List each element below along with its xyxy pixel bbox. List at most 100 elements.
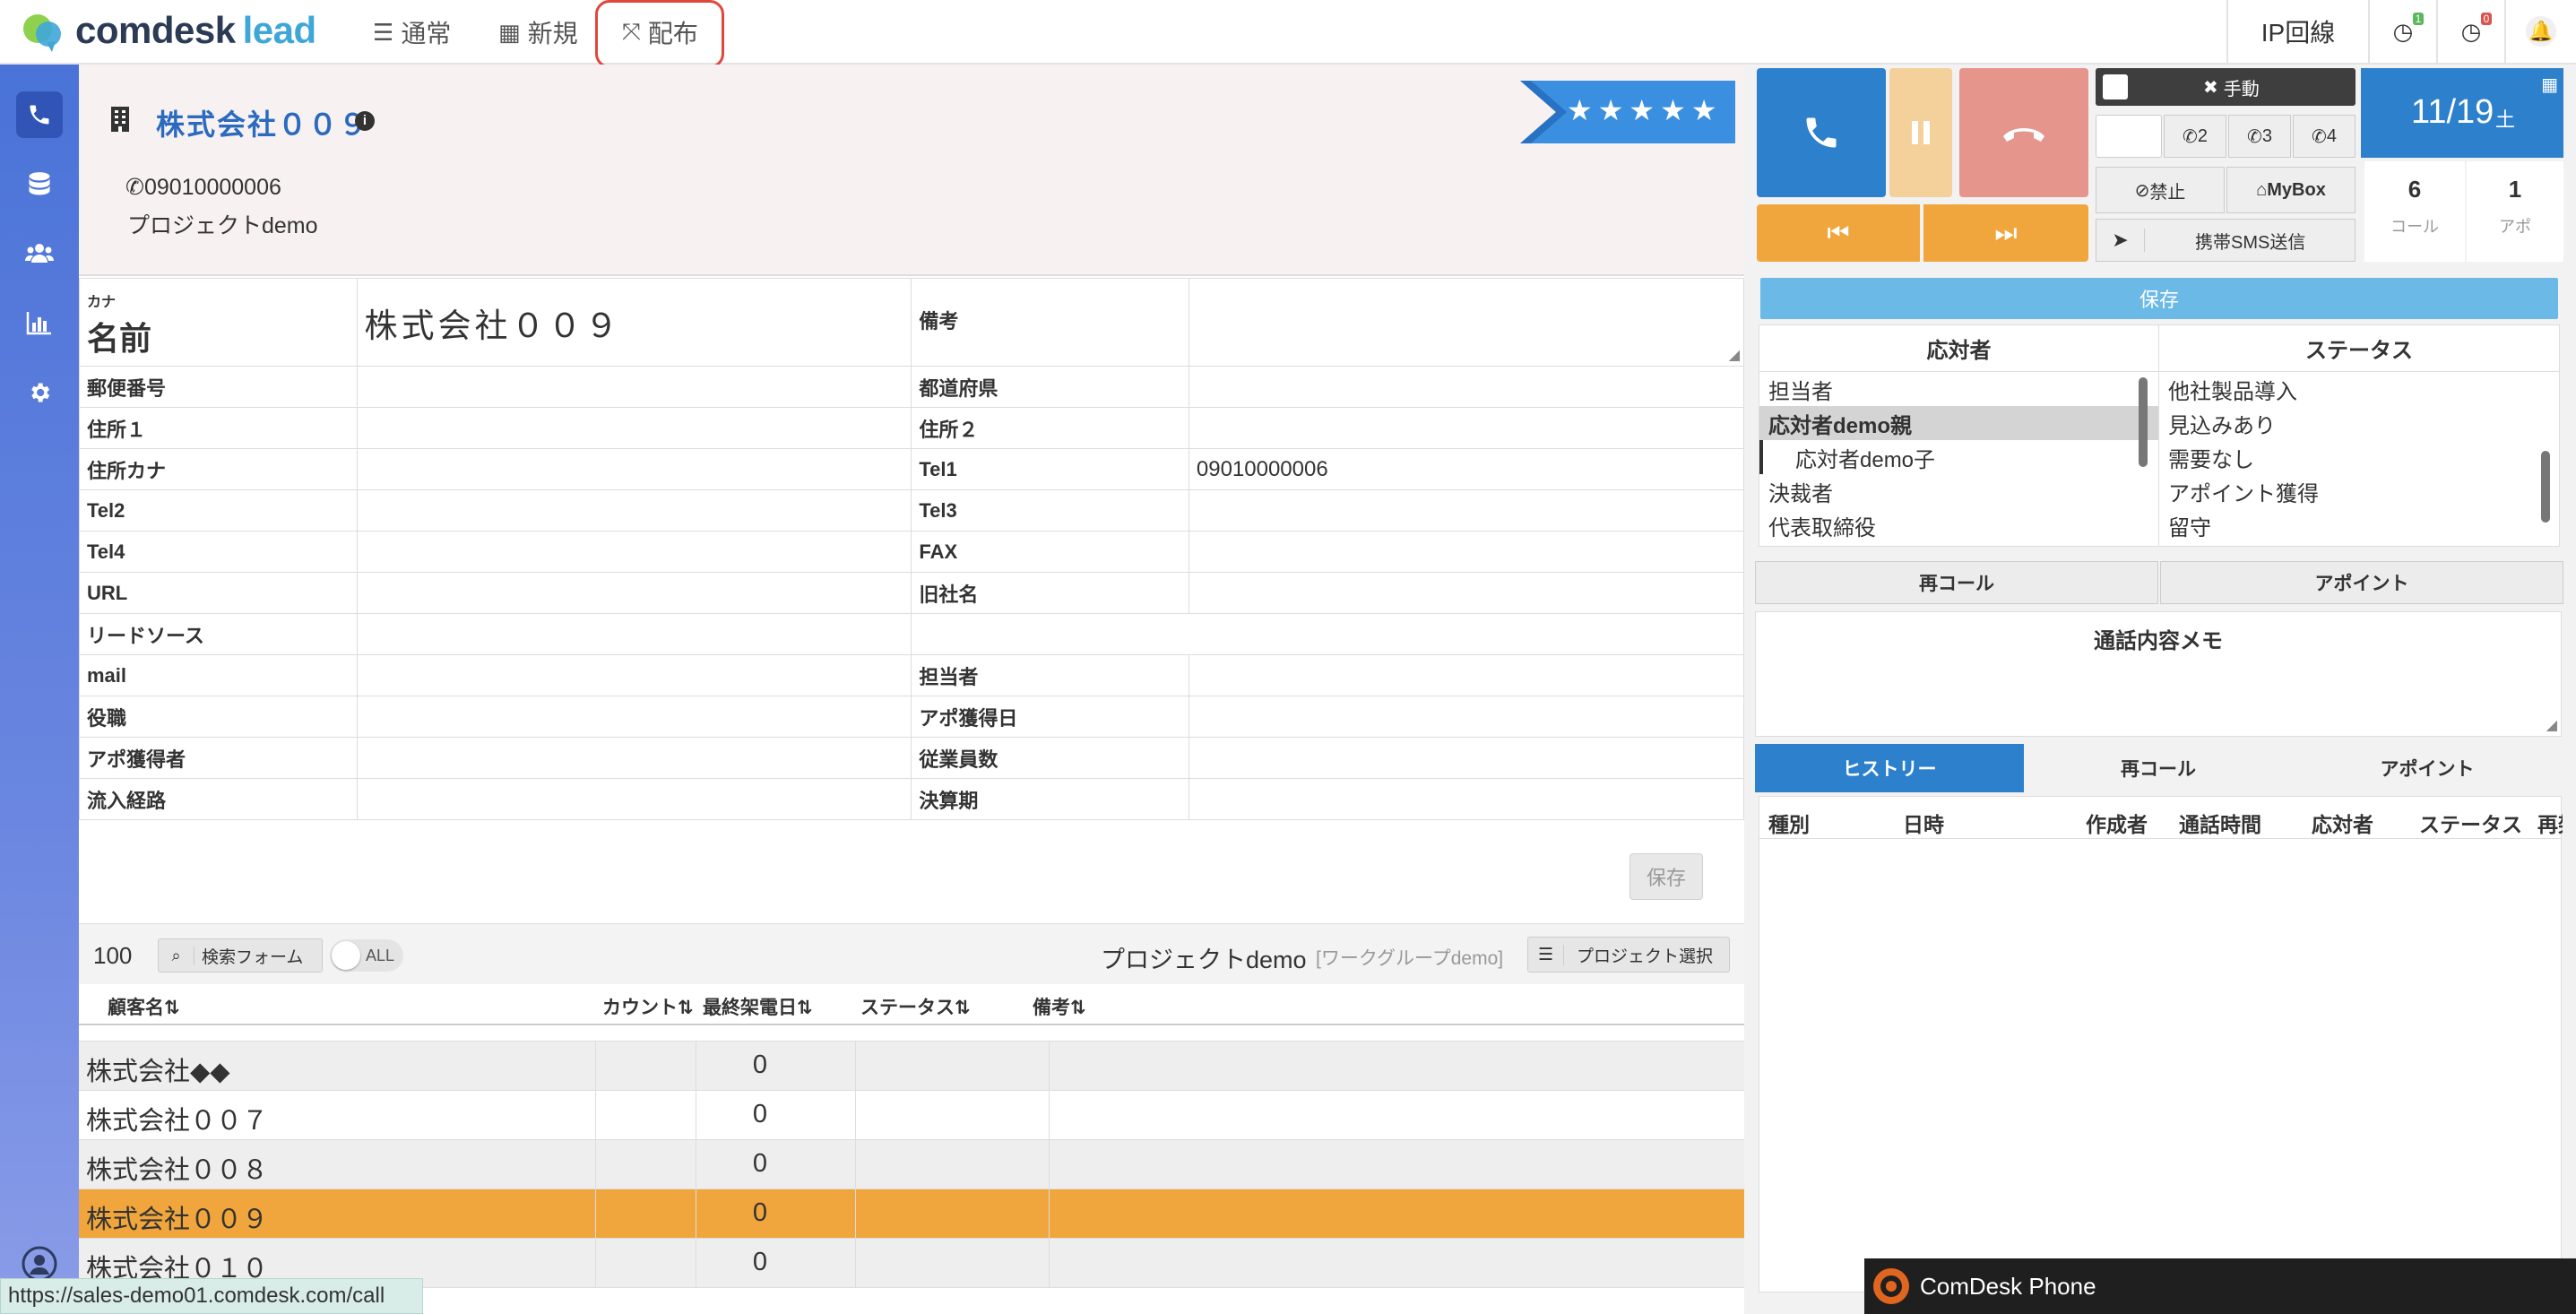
table-row[interactable]: 株式会社００８ 0 xyxy=(79,1140,1744,1189)
phone-icon: ✆ xyxy=(2312,126,2327,147)
old-name-field[interactable] xyxy=(1188,572,1745,614)
tel2-field[interactable] xyxy=(356,489,912,532)
search-form-button[interactable]: ⌕ 検索フォーム xyxy=(158,938,323,973)
owner-field[interactable] xyxy=(1188,654,1745,696)
position-label: 役職 xyxy=(79,696,358,738)
company-phone[interactable]: ✆09010000006 xyxy=(125,174,281,201)
apo-getter-field[interactable] xyxy=(356,737,912,779)
prefecture-field[interactable] xyxy=(1188,366,1745,408)
tab-appoint[interactable]: アポイント xyxy=(2293,744,2562,792)
manual-mode-bar[interactable]: ✖ 手動 xyxy=(2096,68,2356,106)
line-3-button[interactable]: ✆ 3 xyxy=(2228,115,2291,158)
company-name[interactable]: 株式会社００９ xyxy=(156,102,369,143)
status-item[interactable]: 需要なし xyxy=(2159,440,2559,474)
col-customer-name[interactable]: 顧客名⇅ xyxy=(108,993,180,1020)
timer-button-2[interactable]: ◷ 0 xyxy=(2436,0,2504,63)
tab-recall[interactable]: 再コール xyxy=(2024,744,2293,792)
line-2-button[interactable]: ✆ 2 xyxy=(2164,115,2226,158)
tel4-field[interactable] xyxy=(356,531,912,573)
responder-item-selected[interactable]: 応対者demo親 xyxy=(1759,406,2158,440)
row-name: 株式会社００７ xyxy=(86,1107,269,1136)
all-toggle[interactable]: ALL xyxy=(330,939,403,972)
call-button[interactable] xyxy=(1757,68,1886,197)
table-row[interactable]: 株式会社◆◆ 0 xyxy=(79,1042,1744,1091)
app-root: comdesk lead ☰ 通常 ▦ 新規 ⤧ 配布 IP回線 ◷ 1 ◷ 0 🔔 xyxy=(0,0,2576,1314)
comdesk-phone-bar[interactable]: ComDesk Phone xyxy=(1864,1258,2576,1314)
rating-stars[interactable]: ★★★★★ xyxy=(1520,81,1735,143)
project-select-button[interactable]: ☰ プロジェクト選択 xyxy=(1527,937,1730,973)
status-item[interactable]: 留守 xyxy=(2159,508,2559,542)
col-author: 作成者 xyxy=(2086,813,2148,836)
info-icon[interactable]: i xyxy=(355,111,375,131)
hangup-button[interactable] xyxy=(1959,68,2088,197)
tel3-field[interactable] xyxy=(1188,489,1745,532)
tab-new-label: 新規 xyxy=(527,20,578,48)
mail-field[interactable] xyxy=(356,654,912,696)
tab-history[interactable]: ヒストリー xyxy=(1755,744,2024,792)
users-icon[interactable] xyxy=(16,229,63,276)
panel-save-button[interactable]: 保存 xyxy=(1760,278,2558,319)
timer-button-1[interactable]: ◷ 1 xyxy=(2368,0,2436,63)
inflow-field[interactable] xyxy=(356,778,912,820)
url-field[interactable] xyxy=(356,572,912,614)
postal-field[interactable] xyxy=(356,366,912,408)
ip-line-button[interactable]: IP回線 xyxy=(2226,0,2368,63)
scrollbar[interactable] xyxy=(2541,451,2550,523)
gear-icon[interactable] xyxy=(16,369,63,416)
prev-button[interactable]: ⏮ xyxy=(1757,204,1920,262)
note-field[interactable]: ◢ xyxy=(1188,278,1745,367)
table-row[interactable]: 株式会社００７ 0 xyxy=(79,1091,1744,1140)
lead-source-field[interactable] xyxy=(356,613,912,655)
search-form-label: 検索フォーム xyxy=(202,947,304,967)
old-name-label: 旧社名 xyxy=(911,572,1189,614)
tab-new[interactable]: ▦ 新規 xyxy=(498,9,578,56)
hold-button[interactable] xyxy=(1889,68,1952,197)
responder-item[interactable]: 代表取締役 xyxy=(1759,508,2158,542)
manual-checkbox[interactable] xyxy=(2103,74,2128,99)
fiscal-field[interactable] xyxy=(1188,778,1745,820)
notification-button[interactable]: 🔔 xyxy=(2504,0,2576,63)
recall-button[interactable]: 再コール xyxy=(1755,561,2158,604)
phone-icon: ✆ xyxy=(2247,126,2262,147)
fax-field[interactable] xyxy=(1188,531,1745,573)
database-icon[interactable] xyxy=(16,161,63,208)
address1-field[interactable] xyxy=(356,407,912,449)
responder-item[interactable]: 決裁者 xyxy=(1759,474,2158,508)
status-item[interactable]: 他社製品導入 xyxy=(2159,372,2559,406)
date-box[interactable]: 11/19 土 ▦ xyxy=(2361,68,2563,158)
col-count[interactable]: カウント⇅ xyxy=(602,993,694,1020)
mybox-label: MyBox xyxy=(2267,179,2326,200)
next-button[interactable]: ⏭ xyxy=(1923,204,2088,262)
address2-field[interactable] xyxy=(1188,407,1745,449)
name-field[interactable]: 株式会社００９ xyxy=(356,278,912,367)
scrollbar[interactable] xyxy=(2139,377,2148,467)
chart-icon[interactable] xyxy=(16,299,63,346)
tab-normal[interactable]: ☰ 通常 xyxy=(373,9,451,56)
address-kana-field[interactable] xyxy=(356,448,912,490)
col-status[interactable]: ステータス⇅ xyxy=(860,993,971,1020)
logo[interactable]: comdesk lead xyxy=(20,7,316,54)
mybox-button[interactable]: ⌂ MyBox xyxy=(2226,167,2356,213)
block-button[interactable]: ⊘ 禁止 xyxy=(2096,167,2225,213)
timer-badge-2: 0 xyxy=(2480,12,2493,25)
col-note[interactable]: 備考⇅ xyxy=(1033,993,1086,1020)
col-type: 種別 xyxy=(1768,813,1810,836)
status-item[interactable]: 見込みあり xyxy=(2159,406,2559,440)
memo-box[interactable]: 通話内容メモ ◢ xyxy=(1755,611,2562,737)
form-save-button[interactable]: 保存 xyxy=(1629,853,1703,900)
phone-nav-icon[interactable] xyxy=(16,91,63,138)
line-4-button[interactable]: ✆ 4 xyxy=(2293,115,2356,158)
position-field[interactable] xyxy=(356,696,912,738)
line-input[interactable] xyxy=(2096,115,2162,158)
status-item[interactable]: アポイント獲得 xyxy=(2159,474,2559,508)
tel1-field[interactable]: 09010000006 xyxy=(1188,448,1745,490)
appoint-button[interactable]: アポイント xyxy=(2160,561,2563,604)
table-row-selected[interactable]: 株式会社００９ 0 xyxy=(79,1189,1744,1239)
responder-item[interactable]: 応対者demo子 xyxy=(1759,440,2158,474)
apo-date-field[interactable] xyxy=(1188,696,1745,738)
table-row[interactable] xyxy=(79,1025,1744,1042)
employees-field[interactable] xyxy=(1188,737,1745,779)
col-last-call[interactable]: 最終架電日⇅ xyxy=(703,993,813,1020)
sms-button[interactable]: ➤ 携帯SMS送信 xyxy=(2096,219,2356,262)
responder-item[interactable]: 担当者 xyxy=(1759,372,2158,406)
